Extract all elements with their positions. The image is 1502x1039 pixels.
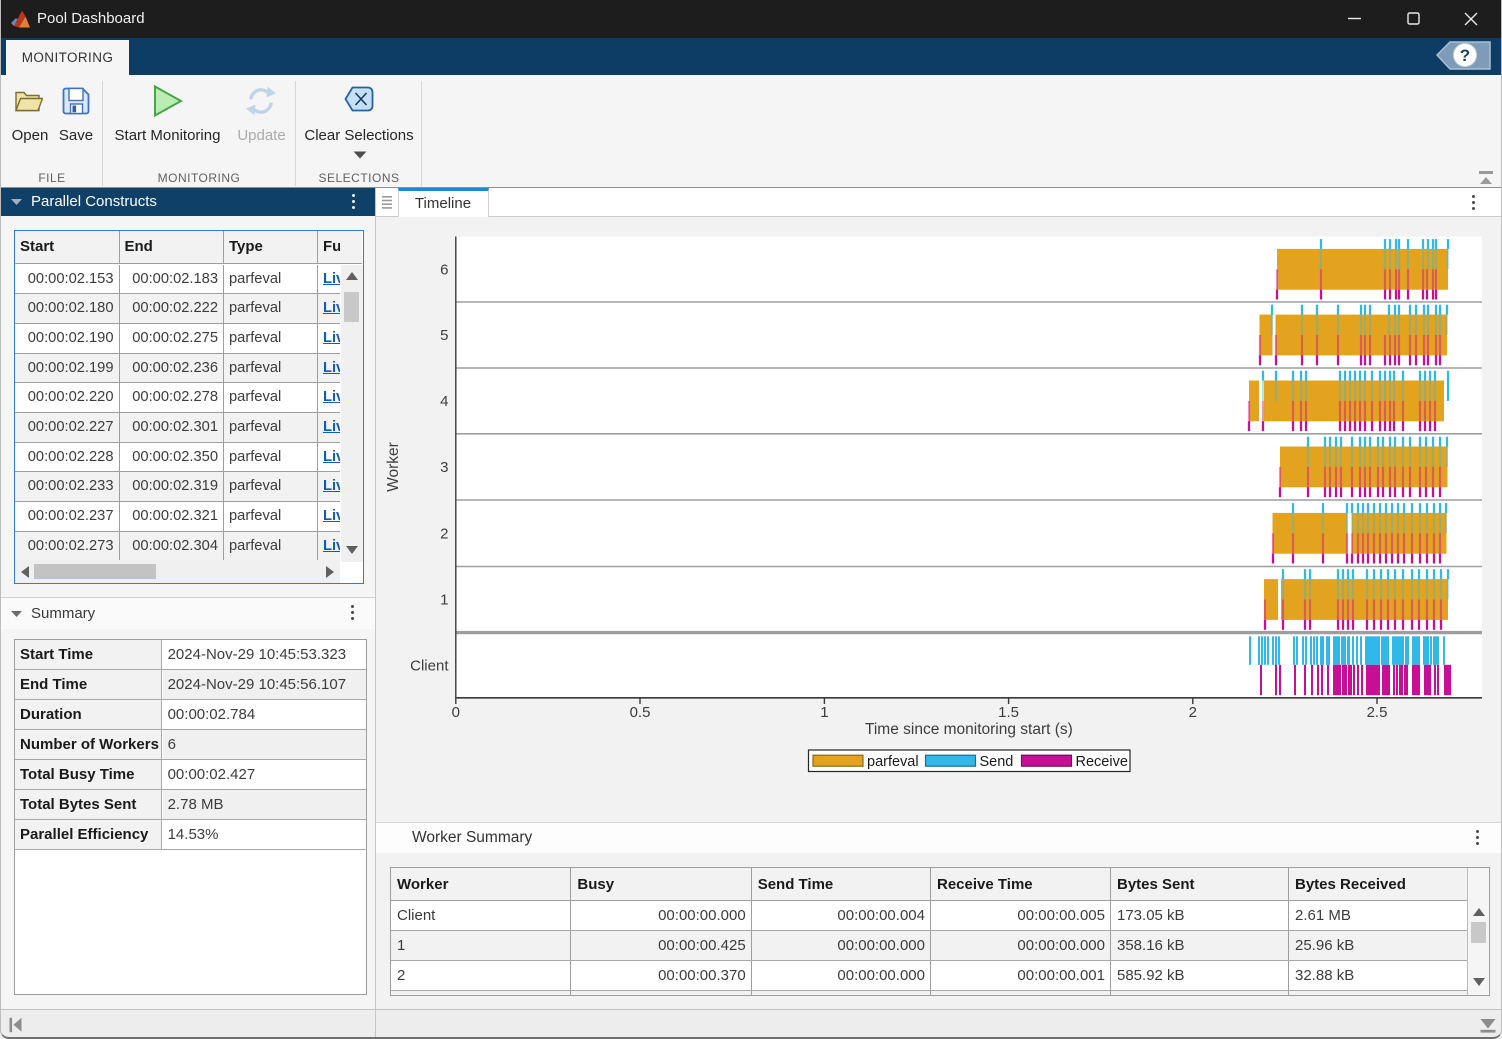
svg-text:3: 3 [440, 459, 448, 476]
svg-text:Receive: Receive [1076, 754, 1128, 770]
svg-text:Send: Send [980, 754, 1014, 770]
svg-text:Time since monitoring start (s: Time since monitoring start (s) [865, 721, 1073, 738]
svg-text:2.5: 2.5 [1367, 704, 1388, 721]
svg-text:1.5: 1.5 [998, 704, 1019, 721]
svg-text:2: 2 [1189, 704, 1197, 721]
svg-text:2: 2 [440, 526, 448, 543]
svg-text:5: 5 [440, 327, 448, 344]
svg-text:parfeval: parfeval [867, 754, 919, 770]
svg-text:0.5: 0.5 [630, 704, 651, 721]
svg-text:Worker: Worker [385, 442, 402, 492]
svg-text:0: 0 [452, 704, 460, 721]
svg-text:Client: Client [410, 658, 449, 675]
svg-text:1: 1 [820, 704, 828, 721]
svg-text:6: 6 [440, 262, 448, 279]
svg-text:1: 1 [440, 592, 448, 609]
svg-text:4: 4 [440, 393, 448, 410]
svg-text:?: ? [1460, 46, 1470, 65]
